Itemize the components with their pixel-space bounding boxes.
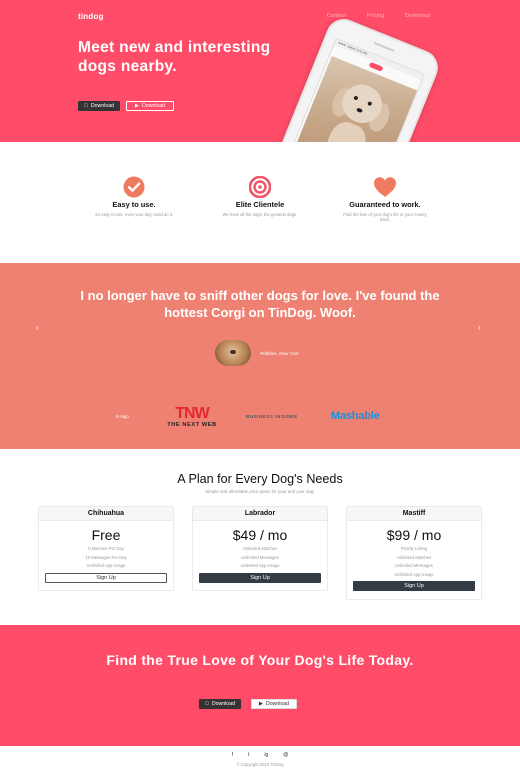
- sign-up-button-labrador[interactable]: Sign Up: [199, 572, 321, 583]
- dog-eye-right: [367, 101, 373, 107]
- plan-name: Mastiff: [347, 507, 481, 521]
- feature-desc: Find the love of your dog's life or your…: [343, 211, 427, 223]
- feature-title: Elite Clientele: [235, 200, 285, 209]
- instagram-icon[interactable]: ig: [264, 752, 268, 758]
- hero-title: Meet new and interesting dogs nearby.: [78, 39, 271, 75]
- hero-buttons:  Download ▶ Download: [78, 101, 175, 111]
- plan-feature: Unlimited Matches: [242, 546, 278, 551]
- check-circle-icon: [123, 176, 145, 198]
- nav-link-pricing[interactable]: Pricing: [367, 13, 384, 19]
- cta-buttons:  Download ▶ Download: [199, 699, 298, 709]
- plan-price: $99 / mo: [386, 527, 442, 543]
- plan-features: Priority Listing Unlimited Matches Unlim…: [347, 545, 481, 579]
- plan-feature: Unlimited App Usage: [394, 571, 434, 577]
- business-insider-logo: BUSINESS INSIDER: [246, 414, 298, 419]
- author-name: Pebbles, New York: [260, 350, 299, 356]
- cta-app-store-download-button[interactable]:  Download: [199, 699, 241, 709]
- carousel-next-arrow[interactable]: ›: [478, 323, 481, 332]
- phone-app-toggle: [368, 61, 384, 72]
- dog-nose: [356, 107, 364, 114]
- sign-up-button-chihuahua[interactable]: Sign Up: [45, 572, 167, 583]
- feature-desc: So easy to use, even your dog could do i…: [95, 211, 173, 217]
- plan-feature: Unlimited Messages: [241, 554, 279, 560]
- phone-mockup: ●●●●○ Sketch 9:41 AM: [274, 13, 444, 142]
- press-logos: tc-logo TNW THE NEXT WEB BUSINESS INSIDE…: [0, 406, 520, 430]
- play-icon: ▶: [131, 103, 139, 109]
- plan-features: 5 Matches Per Day 10 Messages Per Day Un…: [39, 545, 173, 571]
- plan-card-mastiff: Mastiff $99 / mo Priority Listing Unlimi…: [346, 506, 482, 600]
- cta-section: Find the True Love of Your Dog's Life To…: [0, 625, 520, 746]
- google-play-download-label: Download: [138, 103, 165, 109]
- feature-elite-clientele: Elite Clientele We have all the dogs, th…: [215, 176, 305, 217]
- plan-feature: Unlimited Matches: [396, 554, 432, 560]
- heart-icon: [374, 177, 396, 197]
- plan-card-labrador: Labrador $49 / mo Unlimited Matches Unli…: [192, 506, 328, 591]
- facebook-icon[interactable]: f: [232, 752, 233, 758]
- feature-guaranteed: Guaranteed to work. Find the love of you…: [340, 176, 430, 223]
- dog-eye-left: [353, 95, 359, 101]
- cta-google-play-download-label: Download: [262, 701, 289, 707]
- social-links: f t ig @: [0, 752, 520, 758]
- apple-icon: : [205, 701, 209, 707]
- copyright-text: © Copyright 2018 TinDog: [236, 762, 284, 767]
- email-icon[interactable]: @: [283, 752, 288, 758]
- plan-feature: Unlimited Messages: [395, 563, 433, 568]
- pricing-title: A Plan for Every Dog's Needs: [177, 472, 343, 486]
- twitter-icon[interactable]: t: [248, 752, 249, 758]
- google-play-download-button[interactable]: ▶ Download: [125, 101, 175, 111]
- techcrunch-logo-image: tc-logo: [116, 414, 129, 419]
- phone-screen: ●●●●○ Sketch 9:41 AM: [292, 38, 425, 142]
- feature-easy-to-use: Easy to use. So easy to use, even your d…: [89, 176, 179, 217]
- feature-title: Guaranteed to work.: [349, 200, 421, 209]
- tnw-logo: TNW THE NEXT WEB: [156, 405, 228, 429]
- mashable-logo: Mashable: [331, 410, 380, 422]
- footer: f t ig @ © Copyright 2018 TinDog: [0, 746, 520, 774]
- cta-app-store-download-label: Download: [208, 701, 235, 707]
- features-section: Easy to use. So easy to use, even your d…: [0, 142, 520, 263]
- app-store-download-label: Download: [87, 103, 114, 109]
- pricing-section: A Plan for Every Dog's Needs Simple and …: [0, 449, 520, 625]
- nav-link-download[interactable]: Download: [405, 13, 430, 19]
- author-avatar: [215, 340, 251, 366]
- feature-desc: We have all the dogs, the greatest dogs.: [222, 211, 298, 217]
- plan-name: Labrador: [193, 507, 327, 521]
- plan-feature: 10 Messages Per Day: [85, 554, 127, 560]
- carousel-prev-arrow[interactable]: ‹: [36, 323, 39, 332]
- brand-logo[interactable]: tindog: [78, 12, 104, 21]
- plan-features: Unlimited Matches Unlimited Messages Unl…: [193, 545, 327, 571]
- plan-feature: Unlimited App Usage: [240, 563, 280, 568]
- cta-title: Find the True Love of Your Dog's Life To…: [106, 652, 414, 668]
- testimonial-author: Pebbles, New York: [215, 340, 299, 366]
- app-store-download-button[interactable]:  Download: [78, 101, 120, 111]
- plan-price: Free: [91, 527, 121, 543]
- apple-icon: : [84, 103, 88, 109]
- bullseye-icon: [249, 176, 271, 198]
- title-section: tindog Contact Pricing Download Meet new…: [0, 0, 520, 142]
- tnw-logo-text: THE NEXT WEB: [167, 422, 217, 428]
- plan-name: Chihuahua: [39, 507, 173, 521]
- testimonials-section: ‹ › I no longer have to sniff other dogs…: [0, 263, 520, 449]
- phone-speaker: [373, 41, 395, 52]
- plan-feature: Priority Listing: [400, 546, 428, 551]
- pricing-subtitle: Simple and affordable price plans for yo…: [205, 489, 315, 494]
- play-icon: ▶: [255, 701, 263, 707]
- plan-feature: Unlimited App Usage: [86, 563, 126, 568]
- feature-title: Easy to use.: [112, 200, 156, 209]
- sign-up-button-mastiff[interactable]: Sign Up: [353, 581, 475, 591]
- plan-feature: 5 Matches Per Day: [88, 546, 124, 551]
- plan-card-chihuahua: Chihuahua Free 5 Matches Per Day 10 Mess…: [38, 506, 174, 591]
- testimonial-quote: I no longer have to sniff other dogs for…: [80, 288, 440, 320]
- tnw-logo-mark: TNW: [175, 405, 209, 422]
- plan-price: $49 / mo: [232, 527, 288, 543]
- cta-google-play-download-button[interactable]: ▶ Download: [250, 699, 298, 709]
